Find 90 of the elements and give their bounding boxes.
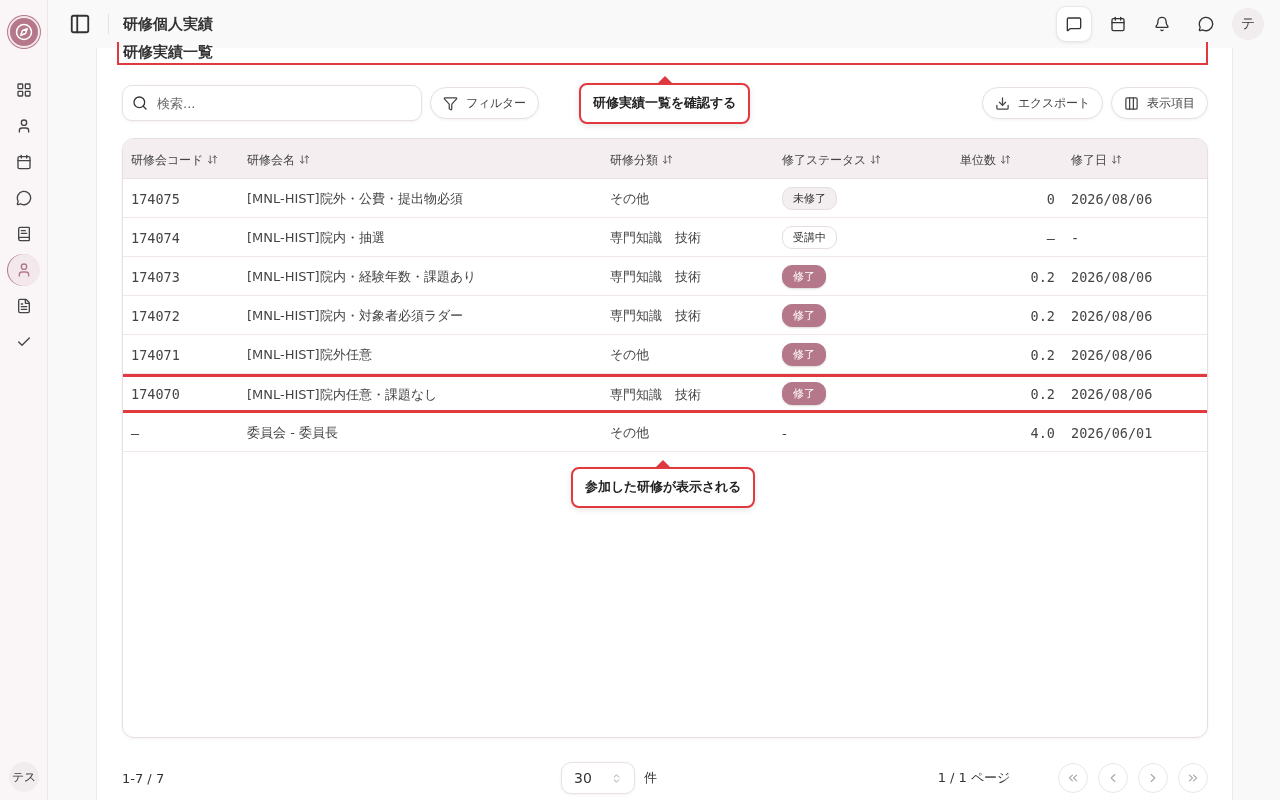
sort-icon[interactable] [1000, 153, 1011, 165]
calendar-icon [1110, 16, 1126, 32]
calendar-icon [15, 154, 32, 170]
column-header[interactable]: 修了日 [1071, 152, 1107, 167]
status-badge: 修了 [782, 342, 826, 366]
table-cell: 専門知識 技術 [610, 386, 701, 402]
chevron-icon [611, 772, 622, 784]
page-size-unit: 件 [644, 769, 657, 787]
search-field[interactable]: 検索... [122, 85, 422, 121]
record-count: 1-7 / 7 [122, 770, 166, 786]
page-size-select[interactable]: 30 [561, 762, 635, 794]
pointer-triangle-icon [657, 76, 672, 83]
table-cell: 2026/08/06 [1071, 268, 1153, 285]
table-cell: 2026/08/06 [1071, 307, 1153, 324]
table-cell: 専門知識 技術 [610, 269, 701, 284]
table-cell: - [782, 425, 787, 441]
table-cell: 専門知識 技術 [610, 230, 701, 245]
table-cell: 174072 [131, 307, 180, 324]
status-badge: 未修了 [782, 186, 837, 210]
document-icon [15, 298, 32, 314]
table-cell: 0.2 [1030, 346, 1055, 363]
bell-icon [1154, 16, 1170, 32]
columns-button[interactable]: 表示項目 [1111, 87, 1208, 119]
table-cell: 0 [1046, 190, 1055, 207]
user-avatar[interactable]: テ [1232, 8, 1264, 40]
table-cell: 2026/06/01 [1071, 424, 1153, 441]
table-cell: 委員会 - 委員長 [247, 425, 338, 440]
sort-icon[interactable] [870, 153, 881, 165]
download-icon [995, 95, 1010, 111]
sort-icon[interactable] [207, 153, 218, 165]
page-indicator: 1 / 1 ページ [937, 769, 1010, 787]
columns-icon [1124, 95, 1139, 111]
table-cell: 174071 [131, 346, 180, 363]
search-icon [132, 95, 148, 111]
table-cell: [MNL-HIST]院内・抽選 [247, 230, 385, 245]
book-icon [15, 226, 32, 242]
table-cell: 2026/08/06 [1071, 386, 1153, 402]
compass-icon [14, 23, 33, 41]
first-page-icon [1066, 771, 1080, 785]
callout: 研修実績一覧を確認する [579, 76, 750, 124]
table-cell: 174074 [131, 229, 180, 246]
table-cell: 174070 [131, 386, 180, 402]
table-cell: 174075 [131, 190, 180, 207]
sort-icon[interactable] [1111, 153, 1122, 165]
page-title: 研修個人実績 [123, 14, 213, 34]
table-cell: 2026/08/06 [1071, 346, 1153, 363]
table-cell: その他 [610, 347, 649, 362]
filter-button[interactable]: フィルター [430, 87, 539, 119]
logo[interactable] [7, 16, 40, 48]
table-cell: [MNL-HIST]院内任意・課題なし [247, 386, 437, 402]
sort-icon[interactable] [299, 153, 310, 165]
table-cell: 0.2 [1030, 386, 1055, 402]
table-cell: 0.2 [1030, 268, 1055, 285]
panel-icon [69, 13, 91, 35]
header-icon-button[interactable] [1056, 6, 1092, 42]
table-cell: - [1071, 229, 1080, 246]
table-cell: 174073 [131, 268, 180, 285]
callout: 参加した研修が表示される [571, 460, 755, 508]
table-cell: 4.0 [1030, 424, 1055, 441]
pointer-triangle-icon [656, 460, 670, 467]
chat-icon [15, 190, 32, 206]
table-cell: 専門知識 技術 [610, 308, 701, 323]
column-header[interactable]: 修了ステータス [782, 152, 866, 167]
status-badge: 修了 [782, 264, 826, 288]
table-cell: [MNL-HIST]院外任意 [247, 347, 372, 362]
filter-icon [443, 95, 458, 111]
column-header[interactable]: 研修会コード [131, 152, 203, 167]
chat-icon [1198, 16, 1214, 32]
sort-icon[interactable] [662, 153, 673, 165]
last-page-icon [1186, 771, 1200, 785]
status-badge: 修了 [782, 382, 826, 405]
grid-icon [15, 82, 32, 98]
column-header[interactable]: 単位数 [960, 152, 996, 167]
table-cell: [MNL-HIST]院内・対象者必須ラダー [247, 308, 463, 323]
table-cell: [MNL-HIST]院外・公費・提出物必須 [247, 191, 463, 206]
user-avatar[interactable]: テス [8, 762, 39, 792]
column-header[interactable]: 研修分類 [610, 152, 658, 167]
table-cell: 0.2 [1030, 307, 1055, 324]
section-title: 研修実績一覧 [117, 42, 1208, 65]
status-badge: 修了 [782, 303, 826, 327]
table-cell: [MNL-HIST]院内・経験年数・課題あり [247, 269, 476, 284]
export-button[interactable]: エクスポート [982, 87, 1103, 119]
message-icon [1066, 16, 1082, 32]
status-badge: 受講中 [782, 225, 837, 249]
table-cell: – [1046, 229, 1055, 246]
column-header[interactable]: 研修会名 [247, 152, 295, 167]
table-cell: 2026/08/06 [1071, 190, 1153, 207]
table-cell: – [131, 424, 140, 441]
table-cell: その他 [610, 191, 649, 206]
table-cell: その他 [610, 425, 649, 440]
